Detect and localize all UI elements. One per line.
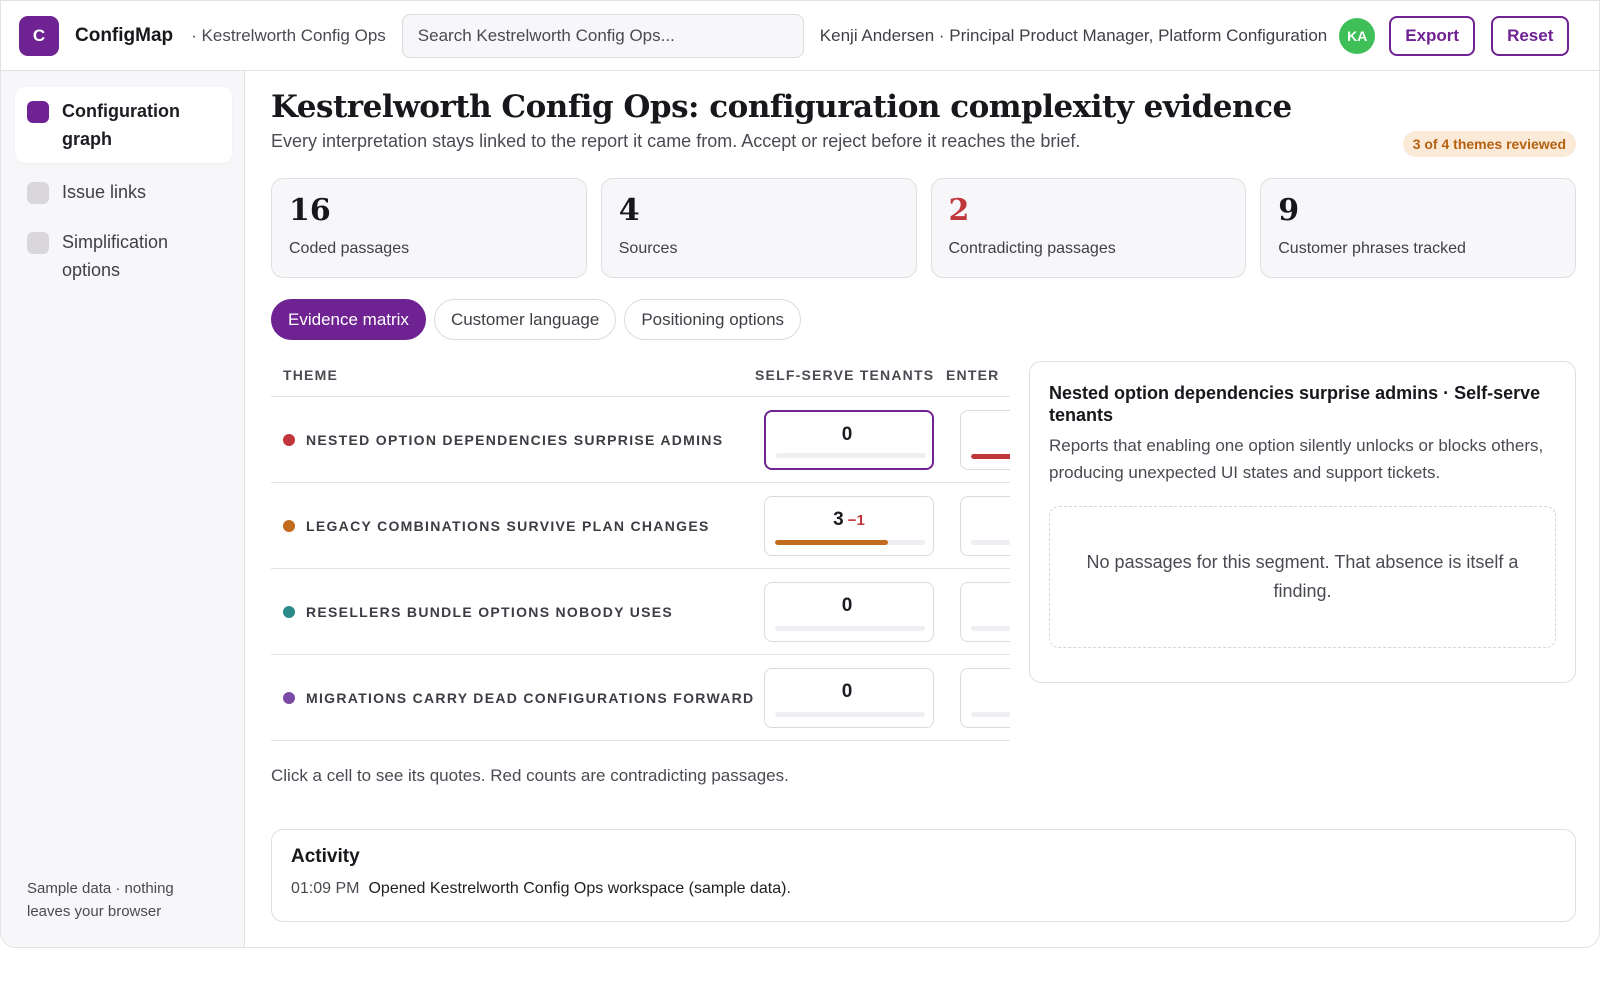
tab-customer-language[interactable]: Customer language bbox=[433, 299, 617, 340]
column-header-self-serve: SELF-SERVE TENANTS bbox=[755, 367, 935, 383]
app-logo[interactable]: C bbox=[19, 15, 59, 56]
cell-bar-fill bbox=[775, 540, 888, 545]
empty-state: No passages for this segment. That absen… bbox=[1049, 506, 1556, 648]
theme-color-dot bbox=[283, 606, 295, 618]
app-name: ConfigMap bbox=[75, 24, 174, 46]
cell-bar-track bbox=[775, 540, 925, 545]
stat-card-sources: 4 Sources bbox=[600, 178, 917, 278]
stat-label: Coded passages bbox=[289, 240, 410, 257]
simplification-options-icon bbox=[27, 232, 49, 254]
table-row: NESTED OPTION DEPENDENCIES SURPRISE ADMI… bbox=[271, 397, 1010, 483]
cell-bar-track bbox=[775, 712, 925, 717]
contradiction-count: −1 bbox=[847, 512, 865, 529]
stat-card-customer-phrases: 9 Customer phrases tracked bbox=[1260, 178, 1576, 278]
theme-name: NESTED OPTION DEPENDENCIES SURPRISE ADMI… bbox=[306, 432, 724, 448]
cell-count: 3 −1 bbox=[833, 509, 865, 530]
table-row: LEGACY COMBINATIONS SURVIVE PLAN CHANGES… bbox=[271, 483, 1010, 569]
theme-name: LEGACY COMBINATIONS SURVIVE PLAN CHANGES bbox=[306, 518, 710, 534]
review-status-badge: 3 of 4 themes reviewed bbox=[1402, 131, 1576, 157]
user-label: Kenji Andersen · Principal Product Manag… bbox=[819, 25, 1328, 45]
stats-row: 16 Coded passages 4 Sources 2 Contradict… bbox=[271, 178, 1576, 278]
activity-text: Opened Kestrelworth Config Ops workspace… bbox=[368, 880, 791, 897]
stat-card-coded-passages: 16 Coded passages bbox=[271, 178, 587, 278]
page-title: Kestrelworth Config Ops: configuration c… bbox=[271, 89, 1292, 125]
stat-value: 2 bbox=[948, 193, 970, 228]
matrix-help-note: Click a cell to see its quotes. Red coun… bbox=[271, 766, 789, 785]
stat-value: 16 bbox=[289, 193, 331, 228]
stat-card-contradicting-passages: 2 Contradicting passages bbox=[930, 178, 1247, 278]
cell-count: 0 bbox=[841, 424, 853, 445]
cell-bar-track bbox=[971, 454, 1010, 459]
evidence-matrix: THEME SELF-SERVE TENANTS ENTER NESTED OP… bbox=[271, 356, 1010, 821]
theme-label: RESELLERS BUNDLE OPTIONS NOBODY USES bbox=[283, 569, 673, 655]
reset-button[interactable]: Reset bbox=[1491, 15, 1570, 56]
cell-bar-fill bbox=[971, 454, 1010, 459]
sidebar-item-simplification-options[interactable]: Simplification options bbox=[15, 218, 232, 294]
cell-bar-track bbox=[971, 712, 1010, 717]
matrix-cell-enterprise[interactable] bbox=[960, 410, 1010, 470]
configuration-graph-icon bbox=[27, 101, 49, 123]
activity-time: 01:09 PM bbox=[291, 880, 360, 897]
sidebar: Configuration graph Issue links Simplifi… bbox=[1, 71, 245, 947]
stat-value: 9 bbox=[1278, 193, 1300, 228]
sidebar-item-label: Configuration graph bbox=[62, 101, 180, 149]
theme-color-dot bbox=[283, 692, 295, 704]
matrix-cell-self-serve[interactable]: 0 bbox=[764, 582, 934, 642]
matrix-header: THEME SELF-SERVE TENANTS ENTER bbox=[271, 356, 1010, 397]
stat-value: 4 bbox=[618, 193, 640, 228]
theme-label: NESTED OPTION DEPENDENCIES SURPRISE ADMI… bbox=[283, 397, 723, 483]
matrix-cell-enterprise[interactable] bbox=[960, 668, 1010, 728]
activity-panel: Activity 01:09 PM Opened Kestrelworth Con… bbox=[271, 829, 1576, 922]
detail-title: Nested option dependencies surprise admi… bbox=[1049, 383, 1541, 425]
detail-panel: Nested option dependencies surprise admi… bbox=[1029, 361, 1576, 683]
column-header-theme: THEME bbox=[283, 367, 338, 383]
issue-links-icon bbox=[27, 182, 49, 204]
export-button[interactable]: Export bbox=[1389, 15, 1476, 56]
matrix-cell-self-serve[interactable]: 3 −1 bbox=[764, 496, 934, 556]
activity-entry: 01:09 PM Opened Kestrelworth Config Ops w… bbox=[291, 880, 1556, 898]
theme-name: RESELLERS BUNDLE OPTIONS NOBODY USES bbox=[306, 604, 674, 620]
cell-bar-track bbox=[776, 453, 926, 458]
matrix-cell-self-serve[interactable]: 0 bbox=[764, 668, 934, 728]
cell-bar-track bbox=[971, 540, 1010, 545]
table-row: RESELLERS BUNDLE OPTIONS NOBODY USES 0 bbox=[271, 569, 1010, 655]
search-input[interactable] bbox=[401, 13, 804, 58]
tab-positioning-options[interactable]: Positioning options bbox=[624, 299, 802, 340]
app-window: C ConfigMap · Kestrelworth Config Ops Ke… bbox=[0, 0, 1600, 948]
cell-count: 0 bbox=[841, 595, 853, 616]
sidebar-item-label: Issue links bbox=[62, 182, 147, 202]
avatar[interactable]: KA bbox=[1339, 17, 1376, 54]
matrix-cell-self-serve[interactable]: 0 bbox=[764, 410, 934, 470]
page-subtitle: Every interpretation stays linked to the… bbox=[271, 131, 1081, 151]
matrix-cell-enterprise[interactable] bbox=[960, 582, 1010, 642]
theme-color-dot bbox=[283, 520, 295, 532]
stat-label: Contradicting passages bbox=[948, 240, 1116, 257]
detail-description: Reports that enabling one option silentl… bbox=[1049, 436, 1544, 482]
workspace-name: · Kestrelworth Config Ops bbox=[191, 25, 386, 45]
theme-label: MIGRATIONS CARRY DEAD CONFIGURATIONS FOR… bbox=[283, 655, 754, 741]
view-tabs: Evidence matrix Customer language Positi… bbox=[271, 299, 802, 340]
top-bar: C ConfigMap · Kestrelworth Config Ops Ke… bbox=[1, 1, 1599, 71]
matrix-cell-enterprise[interactable] bbox=[960, 496, 1010, 556]
stat-label: Sources bbox=[618, 240, 678, 257]
table-row: MIGRATIONS CARRY DEAD CONFIGURATIONS FOR… bbox=[271, 655, 1010, 741]
theme-color-dot bbox=[283, 434, 295, 446]
theme-label: LEGACY COMBINATIONS SURVIVE PLAN CHANGES bbox=[283, 483, 710, 569]
stat-label: Customer phrases tracked bbox=[1278, 240, 1466, 257]
activity-title: Activity bbox=[291, 846, 360, 867]
theme-name: MIGRATIONS CARRY DEAD CONFIGURATIONS FOR… bbox=[306, 690, 755, 706]
tab-evidence-matrix[interactable]: Evidence matrix bbox=[271, 299, 426, 340]
cell-bar-track bbox=[775, 626, 925, 631]
sidebar-footer-note: Sample data · nothing leaves your browse… bbox=[27, 880, 174, 920]
sidebar-item-label: Simplification options bbox=[62, 232, 169, 280]
column-header-enterprise: ENTER bbox=[946, 367, 1000, 383]
sidebar-item-configuration-graph[interactable]: Configuration graph bbox=[15, 87, 232, 163]
cell-count: 0 bbox=[841, 681, 853, 702]
sidebar-item-issue-links[interactable]: Issue links bbox=[15, 168, 232, 216]
cell-bar-track bbox=[971, 626, 1010, 631]
